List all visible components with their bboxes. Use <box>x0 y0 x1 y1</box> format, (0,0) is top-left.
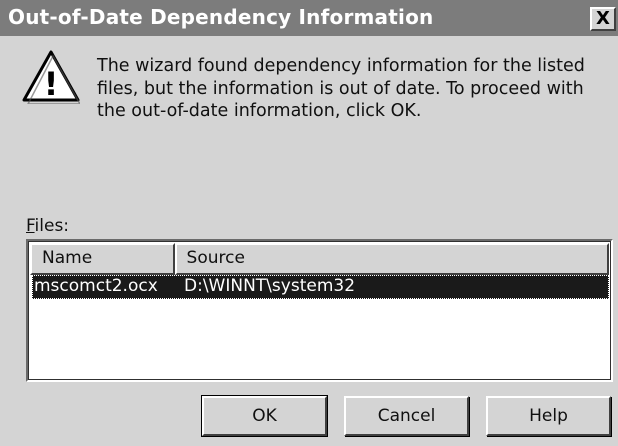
dialog-message: The wizard found dependency information … <box>97 56 585 121</box>
window-title: Out-of-Date Dependency Information <box>8 5 434 29</box>
file-source-cell: D:\WINNT\system32 <box>184 276 356 296</box>
files-label-text: iles: <box>34 216 70 236</box>
help-button[interactable]: Help <box>486 396 611 436</box>
close-button[interactable]: X <box>590 7 616 31</box>
title-bar[interactable]: Out-of-Date Dependency Information X <box>0 0 618 36</box>
file-name-cell: mscomct2.ocx <box>34 276 158 296</box>
warning-glyph: ! <box>44 65 59 103</box>
warning-icon: ! <box>22 50 80 104</box>
files-label-accelerator: F <box>26 216 35 236</box>
list-header: Name Source <box>30 243 609 275</box>
dependency-dialog: Out-of-Date Dependency Information X ! T… <box>0 0 618 446</box>
column-header-source[interactable]: Source <box>174 243 609 275</box>
files-label: Files: <box>26 216 69 236</box>
files-list[interactable]: Name Source mscomct2.ocx D:\WINNT\system… <box>26 239 613 382</box>
close-icon: X <box>596 8 610 29</box>
column-header-name[interactable]: Name <box>30 243 175 275</box>
ok-button[interactable]: OK <box>201 395 328 437</box>
cancel-button[interactable]: Cancel <box>344 396 469 436</box>
list-item[interactable]: mscomct2.ocx D:\WINNT\system32 <box>32 275 609 299</box>
